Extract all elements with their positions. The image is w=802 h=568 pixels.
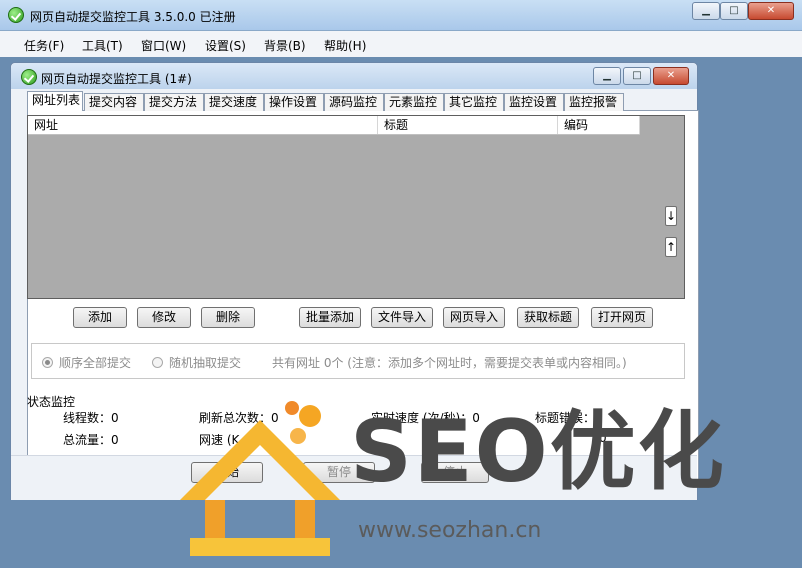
- list-header: 网址 标题 编码: [28, 116, 640, 135]
- label-random[interactable]: 随机抽取提交: [169, 354, 241, 371]
- title-errors: 标题错误：0: [535, 411, 603, 425]
- refresh-total: 刷新总次数：0: [199, 411, 279, 425]
- main-titlebar: 网页自动提交监控工具 3.5.0.0 已注册 ▁ □ ✕: [0, 0, 802, 31]
- network-speed: 网速 (K: [199, 433, 240, 447]
- menu-window[interactable]: 窗口(W): [141, 37, 186, 54]
- menu-settings[interactable]: 设置(S): [205, 37, 246, 54]
- column-url[interactable]: 网址: [28, 116, 378, 134]
- close-button[interactable]: ✕: [748, 2, 794, 20]
- column-encoding[interactable]: 编码: [558, 116, 640, 134]
- tab-source-monitor[interactable]: 源码监控: [324, 93, 384, 111]
- minimize-button[interactable]: ▁: [692, 2, 720, 20]
- start-button[interactable]: 开始: [191, 462, 263, 483]
- child-minimize-button[interactable]: ▁: [593, 67, 621, 85]
- get-title-button[interactable]: 获取标题: [517, 307, 579, 328]
- child-app-icon: [21, 69, 37, 85]
- file-import-button[interactable]: 文件导入: [371, 307, 433, 328]
- stop-button[interactable]: 停止: [421, 462, 489, 483]
- tab-submit-content[interactable]: 提交内容: [84, 93, 144, 111]
- url-list[interactable]: 网址 标题 编码: [27, 115, 685, 299]
- add-button[interactable]: 添加: [73, 307, 127, 328]
- menu-task[interactable]: 任务(F): [24, 37, 64, 54]
- tab-monitor-settings[interactable]: 监控设置: [504, 93, 564, 111]
- status-title: 状态监控: [27, 395, 76, 409]
- realtime-speed: 实时速度 (次/秒)：0: [371, 411, 480, 425]
- edit-button[interactable]: 修改: [137, 307, 191, 328]
- web-import-button[interactable]: 网页导入: [443, 307, 505, 328]
- submit-options: 顺序全部提交 随机抽取提交 共有网址 0个 (注意：添加多个网址时，需要提交表单…: [31, 343, 685, 379]
- radio-sequential[interactable]: [42, 357, 53, 368]
- tab-operation-settings[interactable]: 操作设置: [264, 93, 324, 111]
- app-title: 网页自动提交监控工具 3.5.0.0 已注册: [30, 10, 236, 24]
- open-page-button[interactable]: 打开网页: [591, 307, 653, 328]
- tab-submit-speed[interactable]: 提交速度: [204, 93, 264, 111]
- tab-monitor-alarm[interactable]: 监控报警: [564, 93, 624, 111]
- maximize-button[interactable]: □: [720, 2, 748, 20]
- menu-help[interactable]: 帮助(H): [324, 37, 366, 54]
- child-window: 网页自动提交监控工具 (1#) ▁ □ ✕ 网址列表 提交内容 提交方法 提交速…: [10, 62, 699, 500]
- menubar: 任务(F) 工具(T) 窗口(W) 设置(S) 背景(B) 帮助(H): [0, 31, 802, 58]
- child-close-button[interactable]: ✕: [653, 67, 689, 85]
- tab-url-list[interactable]: 网址列表: [27, 91, 83, 111]
- delete-button[interactable]: 删除: [201, 307, 255, 328]
- move-up-button[interactable]: ↑: [665, 237, 677, 257]
- control-bar: 开始 暂停 停止: [11, 455, 697, 500]
- status-monitor: 状态监控 线程数：0 刷新总次数：0 实时速度 (次/秒)：0 标题错误：0 总…: [27, 393, 685, 453]
- move-down-button[interactable]: ↓: [665, 206, 677, 226]
- tab-other-monitor[interactable]: 其它监控: [444, 93, 504, 111]
- app-icon: [8, 7, 24, 23]
- menu-background[interactable]: 背景(B): [264, 37, 306, 54]
- pause-button[interactable]: 暂停: [303, 462, 375, 483]
- child-titlebar: 网页自动提交监控工具 (1#) ▁ □ ✕: [11, 63, 697, 89]
- radio-random[interactable]: [152, 357, 163, 368]
- total-traffic: 总流量：0: [63, 433, 119, 447]
- status-row2-value: 0: [599, 431, 607, 445]
- tab-element-monitor[interactable]: 元素监控: [384, 93, 444, 111]
- thread-count: 线程数：0: [63, 411, 119, 425]
- child-maximize-button[interactable]: □: [623, 67, 651, 85]
- menu-tools[interactable]: 工具(T): [82, 37, 123, 54]
- column-title[interactable]: 标题: [378, 116, 558, 134]
- url-count-info: 共有网址 0个 (注意：添加多个网址时，需要提交表单或内容相同。): [272, 356, 627, 370]
- label-sequential[interactable]: 顺序全部提交: [59, 354, 131, 371]
- tab-submit-method[interactable]: 提交方法: [144, 93, 204, 111]
- child-title: 网页自动提交监控工具 (1#): [41, 72, 192, 86]
- batch-add-button[interactable]: 批量添加: [299, 307, 361, 328]
